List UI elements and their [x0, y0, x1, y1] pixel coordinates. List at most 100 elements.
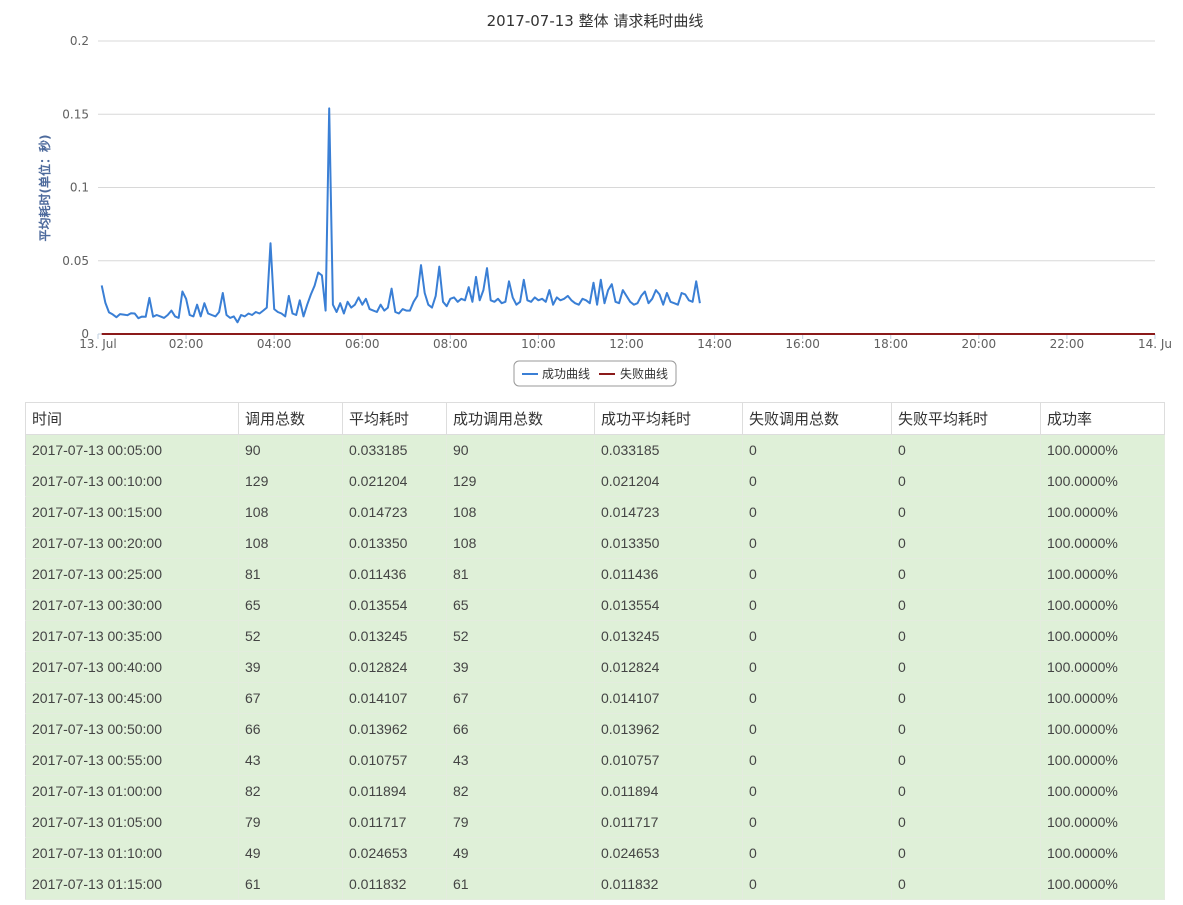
cell-success-calls: 52 — [446, 620, 595, 652]
cell-success-avg-time: 0.013350 — [594, 527, 743, 559]
cell-time: 2017-07-13 00:10:00 — [25, 465, 239, 497]
cell-success-calls: 49 — [446, 837, 595, 869]
cell-success-rate: 100.0000% — [1040, 651, 1165, 683]
cell-success-calls: 81 — [446, 558, 595, 590]
table-row: 2017-07-13 00:25:00 81 0.011436 81 0.011436 0… — [25, 558, 1165, 590]
cell-success-rate: 100.0000% — [1040, 589, 1165, 621]
cell-avg-time: 0.013245 — [342, 620, 447, 652]
cell-total-calls: 81 — [238, 558, 343, 590]
cell-failed-avg-time: 0 — [891, 434, 1041, 466]
cell-failed-calls: 0 — [742, 806, 892, 838]
cell-total-calls: 82 — [238, 775, 343, 807]
cell-failed-avg-time: 0 — [891, 527, 1041, 559]
cell-failed-avg-time: 0 — [891, 744, 1041, 776]
y-tick-label: 0.2 — [70, 34, 89, 48]
x-tick-label: 13. Jul — [79, 337, 116, 351]
table-body: 2017-07-13 00:05:00 90 0.033185 90 0.033185 0… — [25, 434, 1165, 900]
y-axis-label: 平均耗时(单位：秒) — [37, 135, 52, 242]
table-row: 2017-07-13 00:10:00 129 0.021204 129 0.02120… — [25, 465, 1165, 497]
cell-time: 2017-07-13 01:05:00 — [25, 806, 239, 838]
cell-success-calls: 66 — [446, 713, 595, 745]
cell-total-calls: 66 — [238, 713, 343, 745]
cell-time: 2017-07-13 00:05:00 — [25, 434, 239, 466]
cell-failed-avg-time: 0 — [891, 713, 1041, 745]
cell-success-avg-time: 0.011832 — [594, 868, 743, 900]
cell-time: 2017-07-13 00:30:00 — [25, 589, 239, 621]
cell-failed-avg-time: 0 — [891, 496, 1041, 528]
x-tick-label: 10:00 — [521, 337, 556, 351]
cell-success-calls: 65 — [446, 589, 595, 621]
cell-avg-time: 0.013962 — [342, 713, 447, 745]
cell-total-calls: 49 — [238, 837, 343, 869]
cell-success-rate: 100.0000% — [1040, 496, 1165, 528]
series-line-success[interactable] — [100, 107, 701, 324]
cell-success-avg-time: 0.033185 — [594, 434, 743, 466]
cell-time: 2017-07-13 01:10:00 — [25, 837, 239, 869]
cell-success-rate: 100.0000% — [1040, 620, 1165, 652]
cell-avg-time: 0.013554 — [342, 589, 447, 621]
cell-failed-avg-time: 0 — [891, 682, 1041, 714]
cell-failed-calls: 0 — [742, 589, 892, 621]
y-axis-ticks: 00.050.10.150.2 — [62, 34, 89, 341]
cell-avg-time: 0.033185 — [342, 434, 447, 466]
cell-failed-avg-time: 0 — [891, 775, 1041, 807]
cell-total-calls: 65 — [238, 589, 343, 621]
x-tick-label: 06:00 — [345, 337, 380, 351]
cell-failed-calls: 0 — [742, 465, 892, 497]
cell-success-calls: 108 — [446, 527, 595, 559]
cell-avg-time: 0.012824 — [342, 651, 447, 683]
table-row: 2017-07-13 00:15:00 108 0.014723 108 0.01472… — [25, 496, 1165, 528]
cell-failed-calls: 0 — [742, 837, 892, 869]
cell-failed-calls: 0 — [742, 682, 892, 714]
y-tick-label: 0.1 — [70, 181, 89, 195]
cell-failed-avg-time: 0 — [891, 651, 1041, 683]
cell-total-calls: 79 — [238, 806, 343, 838]
cell-time: 2017-07-13 00:20:00 — [25, 527, 239, 559]
cell-success-calls: 43 — [446, 744, 595, 776]
cell-success-avg-time: 0.021204 — [594, 465, 743, 497]
x-tick-label: 20:00 — [962, 337, 997, 351]
header-failed-avg-time: 失败平均耗时 — [891, 402, 1041, 435]
legend-label-success[interactable]: 成功曲线 — [542, 367, 590, 381]
cell-success-avg-time: 0.014723 — [594, 496, 743, 528]
table-row: 2017-07-13 01:00:00 82 0.011894 82 0.011894 0… — [25, 775, 1165, 807]
x-tick-label: 02:00 — [169, 337, 204, 351]
cell-time: 2017-07-13 00:50:00 — [25, 713, 239, 745]
cell-failed-avg-time: 0 — [891, 620, 1041, 652]
series-layer — [100, 107, 1155, 335]
cell-time: 2017-07-13 00:15:00 — [25, 496, 239, 528]
cell-failed-calls: 0 — [742, 775, 892, 807]
cell-success-avg-time: 0.011717 — [594, 806, 743, 838]
cell-success-calls: 67 — [446, 682, 595, 714]
x-tick-label: 18:00 — [873, 337, 908, 351]
stats-table: 时间 调用总数 平均耗时 成功调用总数 成功平均耗时 失败调用总数 失败平均耗时… — [25, 402, 1165, 900]
cell-failed-calls: 0 — [742, 558, 892, 590]
cell-avg-time: 0.011894 — [342, 775, 447, 807]
cell-avg-time: 0.014107 — [342, 682, 447, 714]
cell-success-rate: 100.0000% — [1040, 775, 1165, 807]
x-tick-label: 16:00 — [785, 337, 820, 351]
cell-success-rate: 100.0000% — [1040, 558, 1165, 590]
chart-legend[interactable]: 成功曲线 失败曲线 — [513, 360, 677, 387]
header-total-calls: 调用总数 — [238, 402, 343, 435]
cell-success-avg-time: 0.011436 — [594, 558, 743, 590]
table-row: 2017-07-13 01:05:00 79 0.011717 79 0.011717 0… — [25, 806, 1165, 838]
x-axis-ticks: 13. Jul 02:00 04:00 06:00 08:00 10:00 12:00 14:… — [79, 334, 1172, 351]
cell-total-calls: 39 — [238, 651, 343, 683]
cell-failed-calls: 0 — [742, 651, 892, 683]
cell-total-calls: 90 — [238, 434, 343, 466]
table-row: 2017-07-13 00:30:00 65 0.013554 65 0.013554 0… — [25, 589, 1165, 621]
header-time: 时间 — [25, 402, 239, 435]
cell-avg-time: 0.011717 — [342, 806, 447, 838]
table-row: 2017-07-13 00:50:00 66 0.013962 66 0.013962 0… — [25, 713, 1165, 745]
cell-success-rate: 100.0000% — [1040, 527, 1165, 559]
table-row: 2017-07-13 00:35:00 52 0.013245 52 0.013245 0… — [25, 620, 1165, 652]
cell-time: 2017-07-13 00:40:00 — [25, 651, 239, 683]
cell-time: 2017-07-13 01:15:00 — [25, 868, 239, 900]
cell-success-calls: 90 — [446, 434, 595, 466]
cell-success-calls: 108 — [446, 496, 595, 528]
cell-total-calls: 43 — [238, 744, 343, 776]
x-tick-label: 08:00 — [433, 337, 468, 351]
legend-label-failure[interactable]: 失败曲线 — [620, 366, 668, 381]
cell-avg-time: 0.021204 — [342, 465, 447, 497]
